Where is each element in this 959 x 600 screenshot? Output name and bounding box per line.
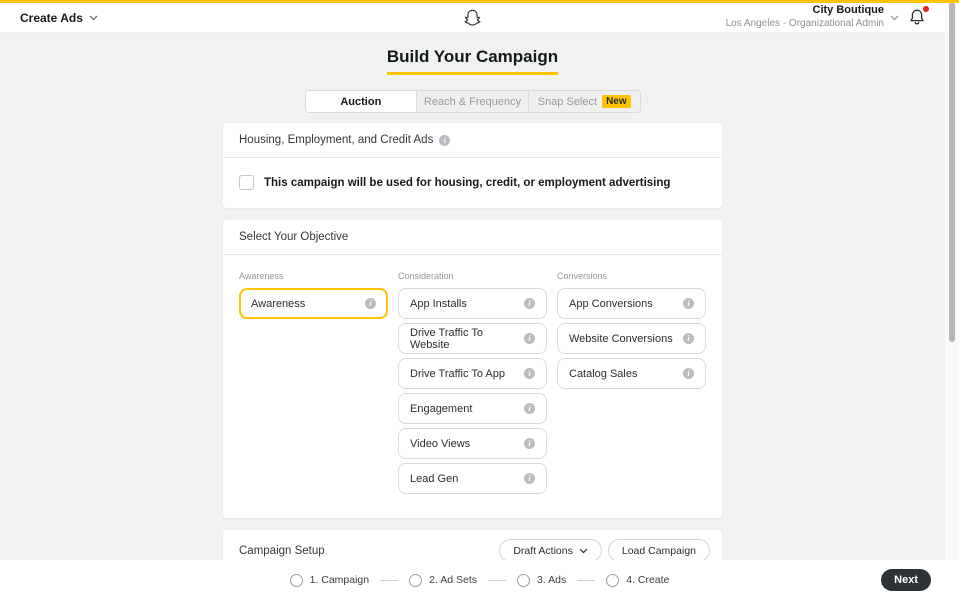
objective-website-conversions[interactable]: Website Conversions i — [557, 323, 706, 354]
step-connector — [488, 579, 506, 581]
objective-drive-traffic-to-app[interactable]: Drive Traffic To App i — [398, 358, 547, 389]
consideration-column: Consideration App Installs i Drive Traff… — [398, 271, 547, 498]
objective-catalog-sales[interactable]: Catalog Sales i — [557, 358, 706, 389]
campaign-type-tabs: Auction Reach & Frequency Snap Select Ne… — [304, 90, 641, 113]
info-icon[interactable]: i — [683, 298, 694, 309]
chevron-down-icon — [89, 15, 98, 20]
info-icon[interactable]: i — [439, 134, 451, 146]
objective-app-conversions[interactable]: App Conversions i — [557, 288, 706, 319]
info-icon[interactable]: i — [524, 298, 535, 309]
tab-reach-frequency[interactable]: Reach & Frequency — [417, 91, 529, 112]
housing-card: Housing, Employment, and Credit Ads i Th… — [223, 123, 722, 208]
step-circle — [517, 573, 530, 587]
step-circle — [289, 573, 303, 587]
housing-card-title: Housing, Employment, and Credit Ads — [239, 134, 434, 146]
objective-label: App Installs — [410, 297, 467, 310]
step-ad-sets[interactable]: 2. Ad Sets — [409, 573, 477, 587]
objective-engagement[interactable]: Engagement i — [398, 393, 547, 424]
chevron-down-icon — [890, 15, 899, 20]
objective-app-installs[interactable]: App Installs i — [398, 288, 547, 319]
housing-checkbox-label: This campaign will be used for housing, … — [264, 176, 671, 189]
tab-auction-label: Auction — [340, 95, 382, 108]
account-name: City Boutique — [812, 4, 885, 17]
objective-label: Awareness — [251, 297, 306, 310]
step-label: 3. Ads — [537, 574, 567, 586]
objective-label: Lead Gen — [410, 472, 459, 485]
step-connector — [577, 579, 596, 581]
objective-awareness[interactable]: Awareness i — [239, 288, 388, 319]
objective-label: App Conversions — [569, 297, 653, 310]
conversions-column: Conversions App Conversions i Website Co… — [557, 271, 706, 393]
step-label: 1. Campaign — [309, 574, 370, 586]
objective-lead-gen[interactable]: Lead Gen i — [398, 463, 547, 494]
objective-label: Catalog Sales — [569, 367, 638, 380]
objective-label: Engagement — [410, 402, 473, 415]
step-campaign[interactable]: 1. Campaign — [289, 573, 370, 587]
campaign-setup-title: Campaign Setup — [239, 544, 325, 557]
objective-label: Drive Traffic To Website — [410, 326, 483, 351]
next-button[interactable]: Next — [881, 569, 931, 591]
info-icon[interactable]: i — [524, 333, 535, 344]
step-label: 2. Ad Sets — [429, 574, 477, 586]
awareness-column: Awareness Awareness i — [239, 271, 388, 323]
load-campaign-button[interactable]: Load Campaign — [607, 539, 710, 562]
brand-accent-bar — [0, 0, 959, 3]
objective-label: Website Conversions — [569, 332, 673, 345]
tab-snap-select[interactable]: Snap Select New — [528, 91, 640, 112]
housing-checkbox[interactable] — [239, 175, 254, 190]
info-icon[interactable]: i — [365, 298, 376, 309]
chevron-down-icon — [579, 548, 588, 553]
objective-drive-traffic-to-website[interactable]: Drive Traffic To Website i — [398, 323, 547, 354]
objective-label: Drive Traffic To App — [410, 367, 505, 380]
tab-reach-frequency-label: Reach & Frequency — [423, 95, 522, 108]
info-icon[interactable]: i — [524, 368, 535, 379]
scrollbar-thumb[interactable] — [949, 2, 955, 342]
objective-label: Video Views — [410, 437, 471, 450]
tab-snap-select-label: Snap Select — [537, 95, 598, 108]
account-switcher[interactable]: City Boutique Los Angeles - Organization… — [726, 4, 899, 30]
step-create[interactable]: 4. Create — [606, 573, 670, 587]
new-badge: New — [602, 95, 631, 108]
snapchat-ghost-icon — [464, 9, 481, 26]
step-connector — [380, 579, 399, 581]
step-label: 4. Create — [626, 574, 670, 586]
objective-card: Select Your Objective Awareness Awarenes… — [223, 220, 722, 518]
column-label: Awareness — [239, 271, 284, 281]
step-circle — [606, 573, 620, 587]
notifications-button[interactable] — [909, 5, 929, 28]
account-role: Los Angeles - Organizational Admin — [725, 18, 884, 30]
column-label: Consideration — [398, 271, 454, 281]
info-icon[interactable]: i — [524, 403, 535, 414]
page-title: Build Your Campaign — [386, 47, 559, 75]
step-circle — [409, 573, 423, 587]
objective-card-title: Select Your Objective — [239, 231, 349, 243]
create-ads-menu[interactable]: Create Ads — [0, 11, 98, 25]
create-ads-label: Create Ads — [20, 10, 83, 25]
notification-dot — [923, 5, 929, 12]
column-label: Conversions — [557, 271, 608, 281]
draft-actions-label: Draft Actions — [513, 544, 573, 557]
main-content: Build Your Campaign Auction Reach & Freq… — [0, 33, 945, 600]
info-icon[interactable]: i — [683, 333, 694, 344]
info-icon[interactable]: i — [524, 473, 535, 484]
draft-actions-button[interactable]: Draft Actions — [499, 539, 602, 562]
info-icon[interactable]: i — [683, 368, 694, 379]
tab-auction[interactable]: Auction — [305, 91, 418, 112]
load-campaign-label: Load Campaign — [621, 544, 696, 557]
objective-video-views[interactable]: Video Views i — [398, 428, 547, 459]
footer-bar: 1. Campaign 2. Ad Sets 3. Ads 4. Create … — [0, 560, 959, 600]
app-header: Create Ads City Boutique Los Angeles - O… — [0, 3, 945, 33]
step-ads[interactable]: 3. Ads — [517, 573, 567, 587]
stepper: 1. Campaign 2. Ad Sets 3. Ads 4. Create — [0, 573, 959, 587]
info-icon[interactable]: i — [524, 438, 535, 449]
